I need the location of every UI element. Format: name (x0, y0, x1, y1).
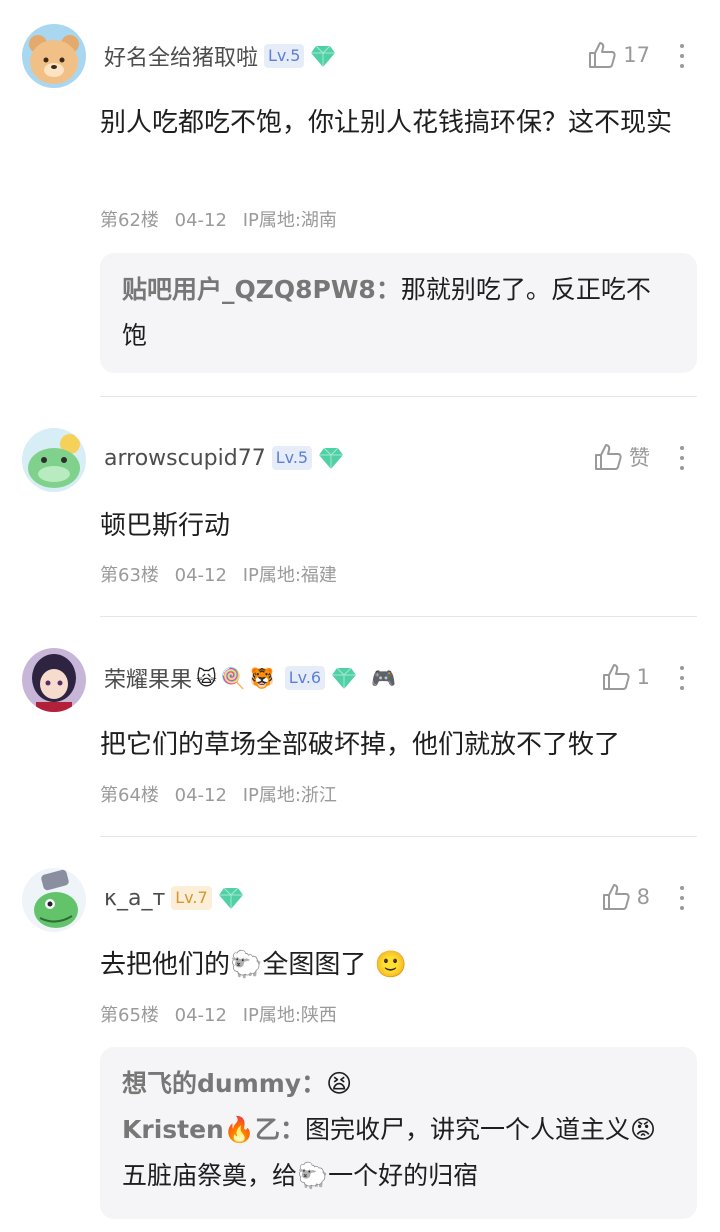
gem-icon (331, 665, 357, 691)
post-header: arrowscupid77 Lv.5 (104, 440, 344, 476)
post-header: κ_a_т Lv.7 (104, 880, 244, 916)
post-date: 04-12 (174, 785, 227, 806)
level-badge: Lv.5 (271, 446, 313, 470)
gem-icon (218, 885, 244, 911)
divider (100, 836, 697, 837)
like-count: 17 (623, 43, 650, 67)
avatar-frog[interactable] (22, 428, 86, 492)
like-label: 赞 (629, 446, 650, 470)
ip-location: IP属地:浙江 (242, 785, 337, 806)
post-meta: 第65楼 04-12 IP属地:陕西 (100, 1001, 347, 1027)
thumbs-up-icon (589, 42, 616, 68)
like-button[interactable]: 8 (601, 882, 650, 912)
avatar-anime-girl[interactable] (22, 648, 86, 712)
post-content: 顿巴斯行动 (100, 511, 231, 541)
ip-location: IP属地:福建 (242, 565, 337, 586)
post-date: 04-12 (174, 565, 227, 586)
username[interactable]: arrowscupid77 (104, 446, 266, 471)
thumbs-up-icon (602, 664, 630, 690)
username-emojis: 🙀 🍭 🐯 (196, 666, 279, 690)
username[interactable]: κ_a_т (104, 886, 165, 911)
floor-number: 第62楼 (100, 210, 159, 231)
reply-preview[interactable]: 想飞的dummy：😫 Kristen🔥乙：图完收尸，讲究一个人道主义😡 五脏庙祭… (100, 1047, 697, 1219)
emoji-icon: 🍭 (220, 666, 246, 690)
post-content: 去把他们的🐑全图图了 🙂 (100, 950, 408, 980)
reply-preview[interactable]: 贴吧用户_QZQ8PW8：那就别吃了。反正吃不饱 (100, 253, 697, 373)
emoji-icon: 🙀 (196, 666, 217, 690)
post-date: 04-12 (174, 1005, 227, 1026)
gem-icon (318, 445, 344, 471)
more-options-button[interactable] (674, 660, 690, 696)
avatar-dinosaur[interactable] (22, 868, 86, 932)
like-button[interactable]: 1 (601, 662, 650, 692)
post-header: 好名全给猪取啦 Lv.5 (104, 38, 336, 74)
reply-author[interactable]: 贴吧用户_QZQ8PW8： (122, 275, 401, 304)
gem-icon (310, 43, 336, 69)
floor-number: 第64楼 (100, 785, 159, 806)
more-options-button[interactable] (674, 38, 690, 74)
reply-author[interactable]: 想飞的dummy： (122, 1069, 326, 1098)
post-header: 荣耀果果 🙀 🍭 🐯 Lv.6 🎮 (104, 660, 396, 696)
floor-number: 第65楼 (100, 1005, 159, 1026)
post-meta: 第62楼 04-12 IP属地:湖南 (100, 206, 347, 232)
floor-number: 第63楼 (100, 565, 159, 586)
game-badge-icon: 🎮 (371, 666, 396, 690)
reply-item: Kristen🔥乙：图完收尸，讲究一个人道主义😡 五脏庙祭奠，给🐑一个好的归宿 (122, 1107, 675, 1199)
emoji-icon: 🐯 (249, 666, 275, 690)
avatar-bear[interactable] (22, 24, 86, 88)
level-badge: Lv.5 (264, 44, 305, 68)
divider (100, 616, 697, 617)
level-badge: Lv.6 (284, 666, 326, 690)
reply-author[interactable]: Kristen🔥乙： (122, 1115, 305, 1144)
thumbs-up-icon (595, 444, 622, 470)
like-count: 8 (636, 885, 650, 909)
username[interactable]: 荣耀果果 (104, 662, 192, 694)
post-content: 别人吃都吃不饱，你让别人花钱搞环保？这不现实 (100, 108, 673, 138)
like-count: 1 (636, 665, 650, 689)
more-options-button[interactable] (674, 880, 690, 916)
more-options-button[interactable] (674, 440, 690, 476)
post-date: 04-12 (174, 210, 227, 231)
username[interactable]: 好名全给猪取啦 (104, 40, 258, 72)
ip-location: IP属地:陕西 (242, 1005, 337, 1026)
post-meta: 第64楼 04-12 IP属地:浙江 (100, 781, 347, 807)
thumbs-up-icon (602, 884, 630, 910)
like-button[interactable]: 17 (587, 40, 650, 70)
reply-item: 想飞的dummy：😫 (122, 1061, 675, 1107)
reply-text: 😫 (326, 1069, 353, 1098)
ip-location: IP属地:湖南 (242, 210, 337, 231)
post-content: 把它们的草场全部破坏掉，他们就放不了牧了 (100, 730, 621, 760)
like-button[interactable]: 赞 (593, 442, 650, 472)
divider (100, 396, 697, 397)
level-badge: Lv.7 (171, 886, 212, 910)
post-meta: 第63楼 04-12 IP属地:福建 (100, 561, 347, 587)
